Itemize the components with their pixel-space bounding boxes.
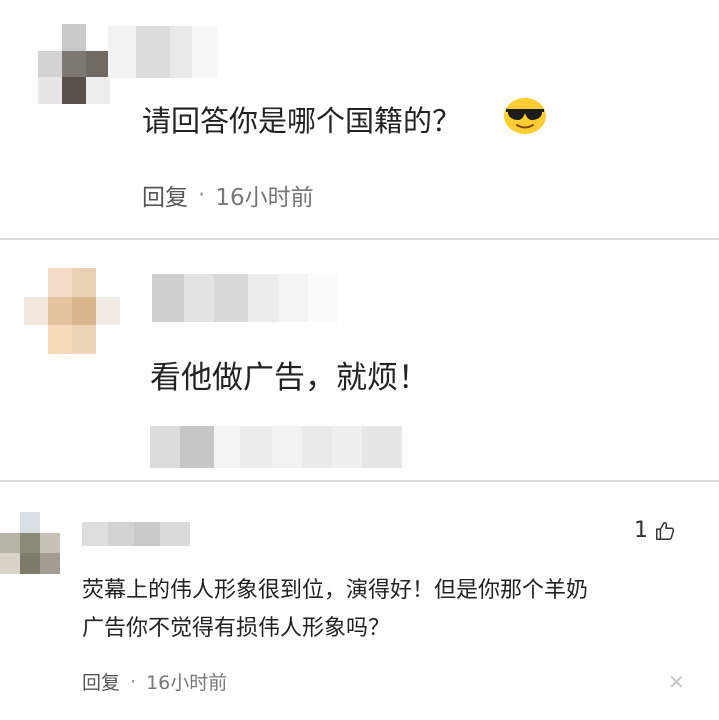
separator: ·	[198, 182, 206, 208]
comment-text-line-2: 广告你不觉得有损伟人形象吗？	[82, 616, 391, 641]
comment-3: 1 荧幕上的伟人形象很到位，演得好！但是你那个羊奶 广告你不觉得有损伟人形象吗？…	[0, 482, 719, 720]
thumbs-up-icon	[656, 521, 675, 540]
separator: ·	[130, 670, 137, 693]
comment-meta: 回复 · 16小时前	[142, 178, 314, 212]
comment-meta-blurred	[150, 426, 402, 468]
comment-text: 请回答你是哪个国籍的？	[142, 104, 462, 138]
like-count: 1	[634, 518, 648, 543]
reply-button[interactable]: 回复	[142, 178, 188, 212]
username-blurred[interactable]	[108, 26, 218, 78]
timestamp: 16小时前	[215, 185, 314, 211]
reply-button[interactable]: 回复	[82, 668, 120, 695]
comment-text: 看他做广告，就烦！	[150, 360, 429, 396]
comment-meta: 回复 · 16小时前	[82, 668, 227, 695]
username-blurred[interactable]	[152, 274, 338, 322]
sunglasses-emoji-icon	[504, 98, 546, 134]
avatar[interactable]	[0, 512, 60, 574]
comment-2: 看他做广告，就烦！	[0, 240, 719, 480]
avatar[interactable]	[24, 268, 120, 354]
timestamp: 16小时前	[146, 672, 228, 694]
comment-1: 请回答你是哪个国籍的？ 回复 · 16小时前	[0, 0, 719, 238]
username-blurred[interactable]	[82, 522, 190, 546]
close-icon[interactable]: ✕	[668, 670, 685, 694]
avatar[interactable]	[38, 24, 110, 104]
comment-text-line-1: 荧幕上的伟人形象很到位，演得好！但是你那个羊奶	[82, 578, 589, 603]
like-button[interactable]: 1	[634, 518, 676, 543]
